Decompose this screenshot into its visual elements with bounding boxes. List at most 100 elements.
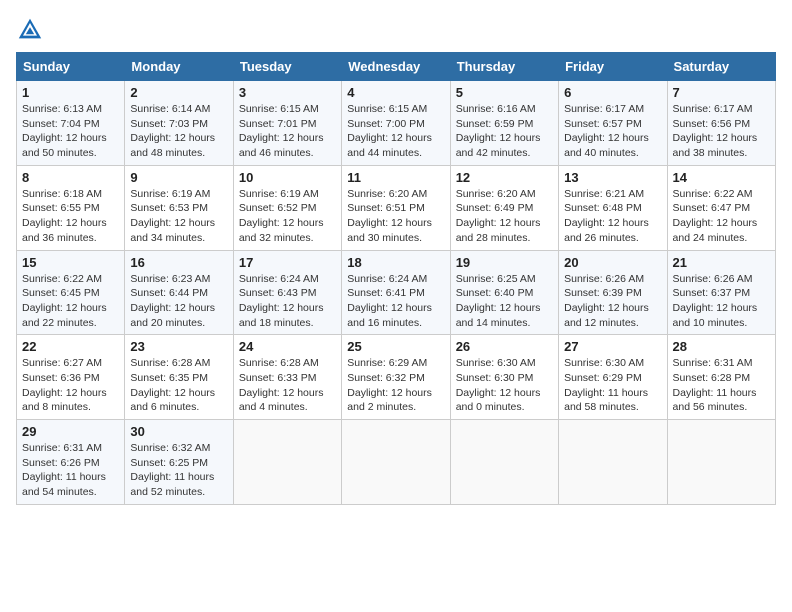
day-number: 14: [673, 170, 770, 185]
day-detail: Sunrise: 6:31 AMSunset: 6:26 PMDaylight:…: [22, 442, 106, 498]
day-number: 8: [22, 170, 119, 185]
day-detail: Sunrise: 6:20 AMSunset: 6:49 PMDaylight:…: [456, 188, 541, 244]
day-number: 29: [22, 424, 119, 439]
calendar-cell: 16 Sunrise: 6:23 AMSunset: 6:44 PMDaylig…: [125, 250, 233, 335]
weekday-header: Thursday: [450, 53, 558, 81]
calendar-cell: 4 Sunrise: 6:15 AMSunset: 7:00 PMDayligh…: [342, 81, 450, 166]
calendar-cell: [342, 420, 450, 505]
calendar-week-row: 8 Sunrise: 6:18 AMSunset: 6:55 PMDayligh…: [17, 165, 776, 250]
day-number: 20: [564, 255, 661, 270]
calendar-cell: [559, 420, 667, 505]
day-detail: Sunrise: 6:30 AMSunset: 6:29 PMDaylight:…: [564, 357, 648, 413]
calendar-cell: 24 Sunrise: 6:28 AMSunset: 6:33 PMDaylig…: [233, 335, 341, 420]
day-detail: Sunrise: 6:20 AMSunset: 6:51 PMDaylight:…: [347, 188, 432, 244]
weekday-header: Tuesday: [233, 53, 341, 81]
calendar-cell: 5 Sunrise: 6:16 AMSunset: 6:59 PMDayligh…: [450, 81, 558, 166]
calendar-header-row: SundayMondayTuesdayWednesdayThursdayFrid…: [17, 53, 776, 81]
calendar-cell: 29 Sunrise: 6:31 AMSunset: 6:26 PMDaylig…: [17, 420, 125, 505]
day-number: 30: [130, 424, 227, 439]
day-detail: Sunrise: 6:29 AMSunset: 6:32 PMDaylight:…: [347, 357, 432, 413]
day-detail: Sunrise: 6:18 AMSunset: 6:55 PMDaylight:…: [22, 188, 107, 244]
day-detail: Sunrise: 6:31 AMSunset: 6:28 PMDaylight:…: [673, 357, 757, 413]
day-number: 3: [239, 85, 336, 100]
day-detail: Sunrise: 6:26 AMSunset: 6:39 PMDaylight:…: [564, 273, 649, 329]
weekday-header: Friday: [559, 53, 667, 81]
calendar-cell: 17 Sunrise: 6:24 AMSunset: 6:43 PMDaylig…: [233, 250, 341, 335]
day-detail: Sunrise: 6:28 AMSunset: 6:35 PMDaylight:…: [130, 357, 215, 413]
day-detail: Sunrise: 6:28 AMSunset: 6:33 PMDaylight:…: [239, 357, 324, 413]
day-detail: Sunrise: 6:32 AMSunset: 6:25 PMDaylight:…: [130, 442, 214, 498]
calendar-cell: 18 Sunrise: 6:24 AMSunset: 6:41 PMDaylig…: [342, 250, 450, 335]
day-detail: Sunrise: 6:17 AMSunset: 6:57 PMDaylight:…: [564, 103, 649, 159]
day-number: 1: [22, 85, 119, 100]
day-number: 18: [347, 255, 444, 270]
calendar-week-row: 29 Sunrise: 6:31 AMSunset: 6:26 PMDaylig…: [17, 420, 776, 505]
day-detail: Sunrise: 6:25 AMSunset: 6:40 PMDaylight:…: [456, 273, 541, 329]
calendar-cell: 22 Sunrise: 6:27 AMSunset: 6:36 PMDaylig…: [17, 335, 125, 420]
day-detail: Sunrise: 6:24 AMSunset: 6:43 PMDaylight:…: [239, 273, 324, 329]
weekday-header: Sunday: [17, 53, 125, 81]
day-number: 24: [239, 339, 336, 354]
calendar-week-row: 15 Sunrise: 6:22 AMSunset: 6:45 PMDaylig…: [17, 250, 776, 335]
calendar-table: SundayMondayTuesdayWednesdayThursdayFrid…: [16, 52, 776, 505]
day-number: 19: [456, 255, 553, 270]
day-detail: Sunrise: 6:30 AMSunset: 6:30 PMDaylight:…: [456, 357, 541, 413]
calendar-week-row: 1 Sunrise: 6:13 AMSunset: 7:04 PMDayligh…: [17, 81, 776, 166]
calendar-cell: 7 Sunrise: 6:17 AMSunset: 6:56 PMDayligh…: [667, 81, 775, 166]
day-detail: Sunrise: 6:15 AMSunset: 7:01 PMDaylight:…: [239, 103, 324, 159]
day-detail: Sunrise: 6:21 AMSunset: 6:48 PMDaylight:…: [564, 188, 649, 244]
calendar-cell: 9 Sunrise: 6:19 AMSunset: 6:53 PMDayligh…: [125, 165, 233, 250]
calendar-cell: 23 Sunrise: 6:28 AMSunset: 6:35 PMDaylig…: [125, 335, 233, 420]
calendar-cell: 28 Sunrise: 6:31 AMSunset: 6:28 PMDaylig…: [667, 335, 775, 420]
weekday-header: Monday: [125, 53, 233, 81]
day-detail: Sunrise: 6:19 AMSunset: 6:52 PMDaylight:…: [239, 188, 324, 244]
day-number: 23: [130, 339, 227, 354]
day-number: 2: [130, 85, 227, 100]
calendar-cell: 15 Sunrise: 6:22 AMSunset: 6:45 PMDaylig…: [17, 250, 125, 335]
day-number: 4: [347, 85, 444, 100]
calendar-cell: 10 Sunrise: 6:19 AMSunset: 6:52 PMDaylig…: [233, 165, 341, 250]
day-number: 27: [564, 339, 661, 354]
calendar-cell: 27 Sunrise: 6:30 AMSunset: 6:29 PMDaylig…: [559, 335, 667, 420]
day-number: 25: [347, 339, 444, 354]
day-number: 11: [347, 170, 444, 185]
day-detail: Sunrise: 6:26 AMSunset: 6:37 PMDaylight:…: [673, 273, 758, 329]
day-detail: Sunrise: 6:19 AMSunset: 6:53 PMDaylight:…: [130, 188, 215, 244]
calendar-cell: 30 Sunrise: 6:32 AMSunset: 6:25 PMDaylig…: [125, 420, 233, 505]
day-number: 26: [456, 339, 553, 354]
day-detail: Sunrise: 6:22 AMSunset: 6:47 PMDaylight:…: [673, 188, 758, 244]
calendar-cell: 11 Sunrise: 6:20 AMSunset: 6:51 PMDaylig…: [342, 165, 450, 250]
calendar-cell: 6 Sunrise: 6:17 AMSunset: 6:57 PMDayligh…: [559, 81, 667, 166]
page-header: [16, 16, 776, 44]
day-number: 6: [564, 85, 661, 100]
calendar-cell: 3 Sunrise: 6:15 AMSunset: 7:01 PMDayligh…: [233, 81, 341, 166]
calendar-week-row: 22 Sunrise: 6:27 AMSunset: 6:36 PMDaylig…: [17, 335, 776, 420]
day-number: 12: [456, 170, 553, 185]
day-detail: Sunrise: 6:24 AMSunset: 6:41 PMDaylight:…: [347, 273, 432, 329]
calendar-cell: [233, 420, 341, 505]
weekday-header: Wednesday: [342, 53, 450, 81]
logo: [16, 16, 46, 44]
day-detail: Sunrise: 6:23 AMSunset: 6:44 PMDaylight:…: [130, 273, 215, 329]
calendar-cell: 8 Sunrise: 6:18 AMSunset: 6:55 PMDayligh…: [17, 165, 125, 250]
calendar-cell: 26 Sunrise: 6:30 AMSunset: 6:30 PMDaylig…: [450, 335, 558, 420]
day-detail: Sunrise: 6:15 AMSunset: 7:00 PMDaylight:…: [347, 103, 432, 159]
day-detail: Sunrise: 6:16 AMSunset: 6:59 PMDaylight:…: [456, 103, 541, 159]
day-number: 16: [130, 255, 227, 270]
day-number: 22: [22, 339, 119, 354]
calendar-cell: [450, 420, 558, 505]
calendar-cell: 14 Sunrise: 6:22 AMSunset: 6:47 PMDaylig…: [667, 165, 775, 250]
day-number: 5: [456, 85, 553, 100]
day-number: 28: [673, 339, 770, 354]
day-number: 15: [22, 255, 119, 270]
day-number: 7: [673, 85, 770, 100]
day-detail: Sunrise: 6:14 AMSunset: 7:03 PMDaylight:…: [130, 103, 215, 159]
logo-icon: [16, 16, 44, 44]
day-detail: Sunrise: 6:27 AMSunset: 6:36 PMDaylight:…: [22, 357, 107, 413]
day-detail: Sunrise: 6:13 AMSunset: 7:04 PMDaylight:…: [22, 103, 107, 159]
calendar-cell: [667, 420, 775, 505]
calendar-cell: 21 Sunrise: 6:26 AMSunset: 6:37 PMDaylig…: [667, 250, 775, 335]
day-number: 17: [239, 255, 336, 270]
day-number: 21: [673, 255, 770, 270]
calendar-cell: 2 Sunrise: 6:14 AMSunset: 7:03 PMDayligh…: [125, 81, 233, 166]
